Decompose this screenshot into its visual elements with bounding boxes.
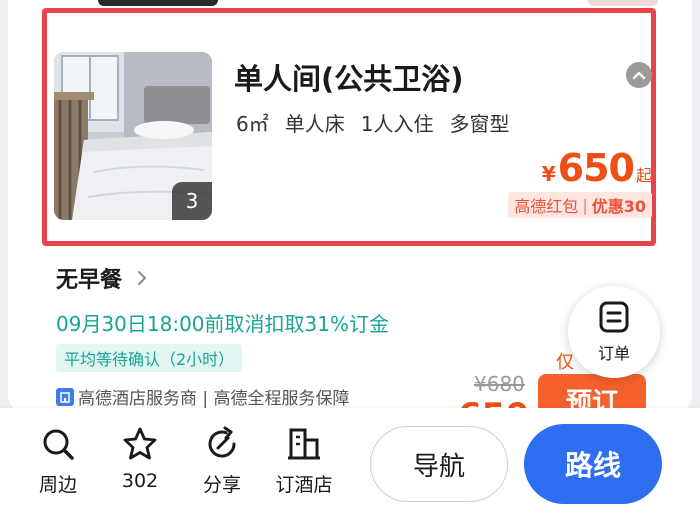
promo-divider: | [582,195,588,215]
room-occupancy: 1人入住 [360,112,434,136]
room-attributes: 6㎡ 单人床 1人入住 多窗型 [236,108,509,137]
orders-float-button[interactable]: 订单 [568,286,660,378]
order-label: 订单 [597,344,630,363]
order-list-icon [599,301,629,333]
room-area: 6㎡ [236,112,269,136]
price-value: 650 [557,146,635,190]
previous-price-edge [588,0,658,6]
chevron-right-icon [138,271,147,285]
original-price: ¥680 [474,372,525,396]
price-currency: ¥ [541,162,556,186]
photo-count-badge: 3 [172,182,212,220]
rate-plan-label: 无早餐 [56,268,123,293]
only-label: 仅 [556,352,574,373]
search-icon [43,429,74,460]
share-label: 分享 [202,474,241,496]
room-type-title: 单人间(公共卫浴) [234,62,464,96]
favorite-count: 302 [121,470,159,492]
provider-text: 高德酒店服务商 | 高德全程服务保障 [78,389,350,409]
book-hotel-label: 订酒店 [275,474,333,496]
promo-source: 高德红包 [514,197,579,216]
promo-discount: 优惠30 [591,197,646,216]
room-price: ¥ 650 起 [542,146,652,190]
promo-badge: 高德红包 | 优惠30 [508,192,652,218]
route-button[interactable]: 路线 [524,424,662,504]
confirm-time-badge: 平均等待确认（2小时） [56,344,243,372]
collapse-button[interactable] [626,62,652,88]
nearby-label: 周边 [38,474,77,496]
share-icon [208,426,236,458]
cancel-policy: 09月30日18:00前取消扣取31%订金 [56,312,389,336]
hotel-provider-icon [56,387,74,406]
navigate-button[interactable]: 导航 [370,426,508,502]
star-icon [123,427,157,460]
share-button[interactable]: 分享 [182,426,262,497]
nearby-button[interactable]: 周边 [18,426,98,497]
provider-line: 高德酒店服务商 | 高德全程服务保障 [56,384,350,409]
room-window: 多窗型 [449,112,510,136]
hotel-icon [288,428,320,460]
room-photo[interactable]: 3 [54,52,212,220]
rate-plan-title[interactable]: 无早餐 [56,262,148,294]
price-suffix: 起 [635,166,652,185]
favorite-button[interactable]: 302 [100,426,180,492]
book-hotel-button[interactable]: 订酒店 [264,426,344,497]
bottom-action-bar: 周边 302 分享 订酒店 导航 路线 [0,408,700,524]
previous-image-edge [98,0,218,6]
chevron-up-icon [632,71,646,80]
room-bed: 单人床 [284,112,345,136]
